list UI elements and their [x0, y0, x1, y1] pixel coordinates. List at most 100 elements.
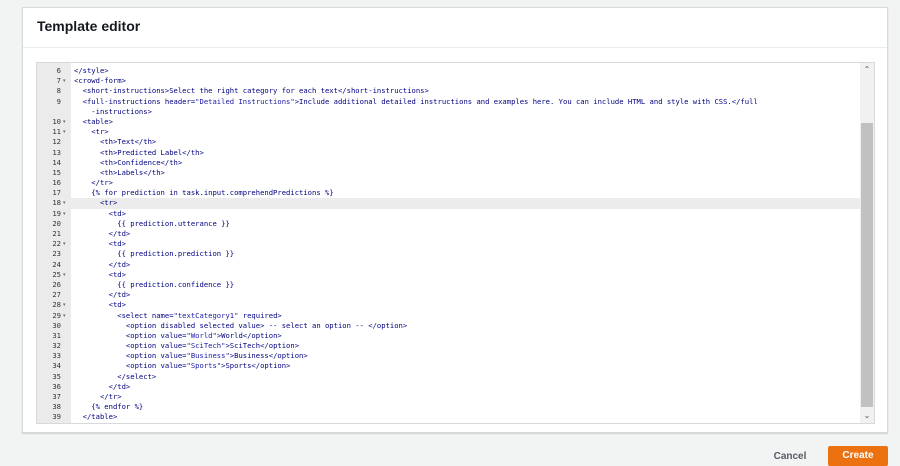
vertical-scrollbar[interactable]: ⌃ ⌄	[860, 63, 874, 423]
line-number: 25	[52, 269, 61, 279]
code-text[interactable]: <tr>	[74, 127, 860, 137]
code-text[interactable]: {% for prediction in task.input.comprehe…	[74, 188, 860, 198]
code-text[interactable]: <th>Labels</th>	[74, 168, 860, 178]
chevron-down-icon[interactable]: ⌄	[860, 409, 874, 423]
code-text[interactable]: <option value="Business">Business</optio…	[74, 351, 860, 361]
code-text[interactable]: </select>	[74, 372, 860, 382]
code-line[interactable]: 6 </style>	[37, 66, 860, 76]
fold-arrow-icon[interactable]: ▾	[63, 127, 66, 137]
fold-arrow-icon[interactable]: ▾	[63, 117, 66, 127]
code-line[interactable]: 39 </table>	[37, 412, 860, 422]
code-line[interactable]: 18 ▾ <tr>	[37, 198, 861, 209]
fold-arrow-icon[interactable]: ▾	[63, 209, 66, 219]
code-text[interactable]: {% endfor %}	[74, 402, 860, 412]
code-text[interactable]: </tr>	[74, 392, 860, 402]
code-line[interactable]: 19 ▾ <td>	[37, 209, 860, 219]
code-line[interactable]: 13 <th>Predicted Label</th>	[37, 148, 860, 158]
line-number: 9	[56, 96, 61, 106]
code-text[interactable]: <td>	[74, 300, 860, 310]
code-line[interactable]: 26 {{ prediction.confidence }}	[37, 280, 860, 290]
code-line[interactable]: 37 </tr>	[37, 392, 860, 402]
code-text[interactable]: <short-instructions>Select the right cat…	[74, 86, 860, 96]
code-text[interactable]: <th>Confidence</th>	[74, 158, 860, 168]
code-text[interactable]: <td>	[74, 209, 860, 219]
code-text[interactable]: </td>	[74, 382, 860, 392]
code-line[interactable]: 36 </td>	[37, 382, 860, 392]
create-button[interactable]: Create	[828, 446, 888, 466]
code-text[interactable]: </table>	[74, 412, 860, 422]
code-text[interactable]: -instructions>	[74, 107, 860, 117]
code-text[interactable]: {{ prediction.utterance }}	[74, 219, 860, 229]
code-line[interactable]: 14 <th>Confidence</th>	[37, 158, 860, 168]
code-text[interactable]: <select name="textCategory1" required>	[74, 311, 860, 321]
code-text[interactable]: {{ prediction.prediction }}	[74, 249, 860, 259]
code-text[interactable]: <crowd-form>	[74, 76, 860, 86]
code-line[interactable]: 27 </td>	[37, 290, 860, 300]
code-line[interactable]: 16 </tr>	[37, 178, 860, 188]
code-text[interactable]: </style>	[74, 66, 860, 76]
code-line[interactable]: 32 <option value="SciTech">SciTech</opti…	[37, 341, 860, 351]
line-number: 37	[52, 392, 61, 401]
code-line[interactable]: 12 <th>Text</th>	[37, 137, 860, 147]
code-line[interactable]: 31 <option value="World">World</option>	[37, 331, 860, 341]
code-line[interactable]: 29 ▾ <select name="textCategory1" require…	[37, 311, 860, 321]
code-lines: 6 </style> 7 ▾ <crowd-form> 8 <short-instruct…	[37, 66, 861, 423]
code-line[interactable]: 10 ▾ <table>	[37, 117, 860, 127]
code-text[interactable]: </td>	[74, 260, 860, 270]
code-line[interactable]: 7 ▾ <crowd-form>	[37, 76, 860, 86]
code-text[interactable]: <td>	[74, 239, 860, 249]
code-line[interactable]: 11 ▾ <tr>	[37, 127, 860, 137]
code-line[interactable]: 20 {{ prediction.utterance }}	[37, 219, 860, 229]
code-text[interactable]: </td>	[74, 290, 860, 300]
code-line[interactable]: 38 {% endfor %}	[37, 402, 860, 412]
code-line[interactable]: 34 <option value="Sports">Sports</option…	[37, 361, 860, 371]
code-text[interactable]: <th>Predicted Label</th>	[74, 148, 860, 158]
scroll-thumb[interactable]	[861, 123, 873, 407]
line-number: 11	[52, 127, 61, 137]
code-text[interactable]: <td>	[74, 270, 860, 280]
line-number: 19	[52, 208, 61, 218]
code-line[interactable]: 15 <th>Labels</th>	[37, 168, 860, 178]
code-line[interactable]: -instructions>	[37, 107, 860, 117]
code-line[interactable]: 35 </select>	[37, 372, 860, 382]
code-line[interactable]: 8 <short-instructions>Select the right c…	[37, 86, 860, 96]
fold-arrow-icon[interactable]: ▾	[63, 198, 66, 208]
code-text[interactable]: <table>	[74, 117, 860, 127]
fold-arrow-icon[interactable]: ▾	[63, 239, 66, 249]
line-number: 7	[56, 76, 61, 86]
code-text[interactable]: <option value="World">World</option>	[74, 331, 860, 341]
code-text[interactable]: <option value="Sports">Sports</option>	[74, 361, 860, 371]
code-line[interactable]: 25 ▾ <td>	[37, 270, 860, 280]
code-line[interactable]: 17 {% for prediction in task.input.compr…	[37, 188, 860, 198]
cancel-button[interactable]: Cancel	[766, 448, 814, 466]
code-line[interactable]: 30 <option disabled selected value> -- s…	[37, 321, 860, 331]
code-text[interactable]: <tr>	[74, 198, 860, 208]
code-text[interactable]: <option value="SciTech">SciTech</option>	[74, 341, 860, 351]
line-number: 34	[52, 361, 61, 371]
code-line[interactable]: 21 </td>	[37, 229, 860, 239]
code-text[interactable]: </td>	[74, 229, 860, 239]
line-number: 30	[52, 320, 61, 330]
code-text[interactable]: <full-instructions header="Detailed Inst…	[74, 97, 860, 107]
line-number: 10	[52, 116, 61, 126]
code-line[interactable]: 33 <option value="Business">Business</op…	[37, 351, 860, 361]
chevron-up-icon[interactable]: ⌃	[860, 63, 874, 77]
code-editor[interactable]: 6 </style> 7 ▾ <crowd-form> 8 <short-instruct…	[36, 62, 875, 424]
code-text[interactable]: <th>Text</th>	[74, 137, 860, 147]
code-text[interactable]: <option disabled selected value> -- sele…	[74, 321, 860, 331]
line-number: 17	[52, 188, 61, 198]
code-line[interactable]: 22 ▾ <td>	[37, 239, 860, 249]
line-number: 38	[52, 402, 61, 412]
fold-arrow-icon[interactable]: ▾	[63, 76, 66, 86]
code-line[interactable]: 9 <full-instructions header="Detailed In…	[37, 97, 860, 107]
code-line[interactable]: 23 {{ prediction.prediction }}	[37, 249, 860, 259]
line-number: 28	[52, 300, 61, 310]
fold-arrow-icon[interactable]: ▾	[63, 270, 66, 280]
line-number: 31	[52, 330, 61, 340]
code-text[interactable]: </tr>	[74, 178, 860, 188]
fold-arrow-icon[interactable]: ▾	[63, 311, 66, 321]
code-text[interactable]: {{ prediction.confidence }}	[74, 280, 860, 290]
code-line[interactable]: 24 </td>	[37, 260, 860, 270]
fold-arrow-icon[interactable]: ▾	[63, 300, 66, 310]
code-line[interactable]: 28 ▾ <td>	[37, 300, 860, 310]
